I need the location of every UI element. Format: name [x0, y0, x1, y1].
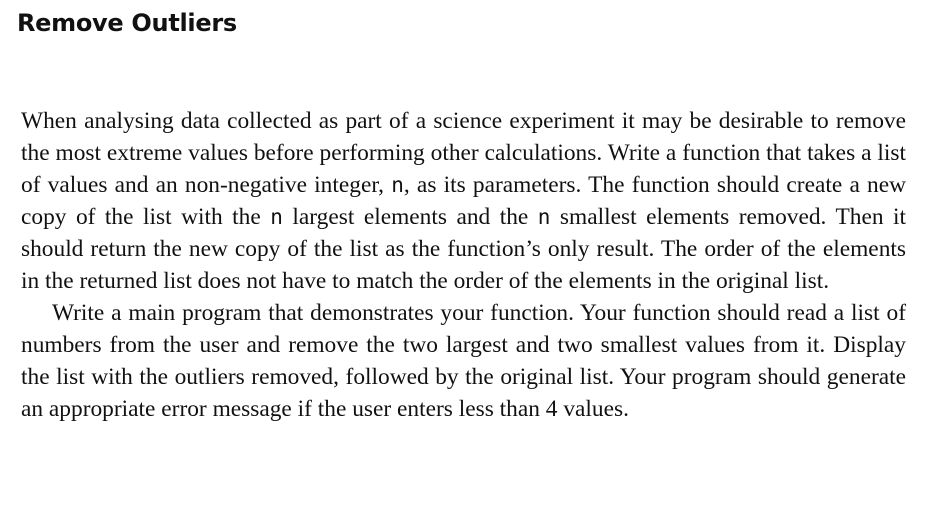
parameter-n-code: n — [391, 173, 404, 197]
exercise-body: When analysing data collected as part of… — [21, 105, 906, 425]
main-program-paragraph: Write a main program that demonstrates y… — [21, 300, 906, 422]
description-text-3: largest elements and the — [282, 204, 538, 230]
description-paragraph: When analysing data collected as part of… — [21, 105, 906, 297]
parameter-n-code: n — [537, 205, 551, 229]
parameter-n-code: n — [270, 205, 283, 229]
page-title: Remove Outliers — [17, 9, 237, 37]
document-page: Remove Outliers When analysing data coll… — [0, 0, 940, 506]
